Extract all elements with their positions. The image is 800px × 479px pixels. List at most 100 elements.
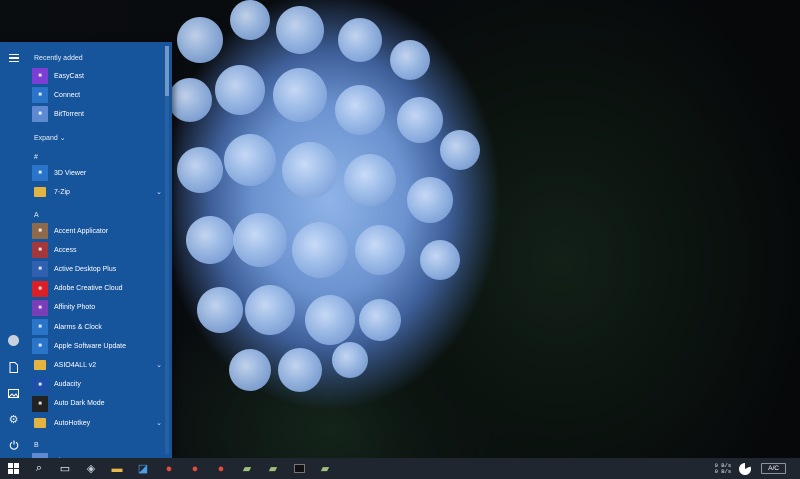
creative-cloud-icon: ■ [32, 280, 48, 297]
app-item-3d-viewer[interactable]: ■ 3D Viewer [32, 164, 166, 182]
app-label: Adobe Creative Cloud [54, 285, 123, 293]
section-header-hash[interactable]: # [34, 151, 38, 165]
start-button[interactable] [0, 458, 26, 479]
hydrangea-petal [186, 216, 234, 264]
app-label: Auto Dark Mode [54, 400, 105, 408]
easycast-icon: ■ [32, 68, 48, 84]
chrome-icon[interactable]: ● [156, 458, 182, 479]
system-tray: 0 B/s 0 B/s A/C [715, 458, 800, 479]
hydrangea-petal [278, 348, 322, 392]
documents-icon[interactable] [0, 355, 27, 379]
task-view-icon[interactable]: ▭ [52, 458, 78, 479]
hydrangea-petal [305, 295, 355, 345]
app-item-audacity[interactable]: ■ Audacity [32, 376, 166, 394]
power-icon[interactable] [0, 433, 27, 457]
app-item-auto-dark-mode[interactable]: ■ Auto Dark Mode [32, 395, 166, 413]
battery-pie-icon[interactable] [739, 462, 752, 475]
menu-icon[interactable] [0, 46, 27, 70]
chrome-icon[interactable]: ● [208, 458, 234, 479]
pictures-icon[interactable] [0, 381, 27, 405]
hydrangea-petal [440, 130, 480, 170]
folder-icon [32, 415, 48, 431]
chevron-down-icon[interactable]: ⌄ [156, 419, 162, 427]
app-item-easycast[interactable]: ■ EasyCast [32, 67, 166, 85]
taskbar: ⌕ ▭ ◈ ▬ ◪ ● ● ● ▰ ▰ ▰ 0 B/s 0 B/s A/C [0, 458, 800, 479]
hydrangea-petal [215, 65, 265, 115]
app-item-asio4all-v2[interactable]: ASIO4ALL v2 ⌄ [32, 356, 166, 374]
app-item-access[interactable]: ■ Access [32, 241, 166, 259]
hydrangea-petal [177, 17, 223, 63]
app-item-affinity-photo[interactable]: ■ Affinity Photo [32, 299, 166, 317]
app-label: Accent Applicator [54, 227, 109, 235]
app-label: AutoHotkey [54, 419, 91, 427]
account-button[interactable] [0, 328, 27, 352]
hydrangea-petal [177, 147, 223, 193]
net-download: 0 B/s [714, 467, 732, 475]
store-icon[interactable]: ◪ [130, 458, 156, 479]
hydrangea-petal [359, 299, 401, 341]
hydrangea-petal [230, 0, 270, 40]
hydrangea-petal [245, 285, 295, 335]
audacity-icon: ■ [32, 376, 48, 393]
app-label: EasyCast [54, 72, 84, 80]
hydrangea-petal [229, 349, 271, 391]
hydrangea-petal [344, 154, 396, 206]
app-label: BitTorrent [54, 110, 84, 118]
app-item-accent-applicator[interactable]: ■ Accent Applicator [32, 222, 166, 240]
affinity-photo-icon: ■ [32, 299, 48, 316]
app-icon[interactable]: ▰ [234, 458, 260, 479]
hydrangea-petal [224, 134, 276, 186]
hydrangea-petal [338, 18, 382, 62]
shield-icon[interactable]: ◈ [78, 458, 104, 479]
hydrangea-petal [355, 225, 405, 275]
hydrangea-petal [407, 177, 453, 223]
section-header-b[interactable]: B [34, 439, 39, 453]
avatar [8, 334, 19, 346]
accent-applicator-icon: ■ [32, 223, 48, 239]
app-label: 3D Viewer [54, 169, 87, 177]
hydrangea-petal [233, 213, 287, 267]
app-label: Affinity Photo [54, 304, 96, 312]
start-menu: ⚙ Recently added Expand ⌄ # A B ■ EasyCas… [0, 42, 172, 469]
search-icon[interactable]: ⌕ [26, 458, 52, 479]
chevron-down-icon[interactable]: ⌄ [156, 361, 162, 369]
chevron-down-icon: ⌄ [59, 135, 66, 142]
ac-button[interactable]: A/C [761, 463, 786, 474]
app-item-adobe-creative-cloud[interactable]: ■ Adobe Creative Cloud [32, 280, 166, 298]
hydrangea-petal [390, 40, 430, 80]
app-item-bittorrent[interactable]: ■ BitTorrent [32, 105, 166, 123]
app-item-active-desktop-plus[interactable]: ■ Active Desktop Plus [32, 260, 166, 278]
hydrangea-petal [168, 78, 212, 122]
settings-gear-icon[interactable]: ⚙ [0, 407, 27, 431]
app-icon[interactable]: ▰ [260, 458, 286, 479]
app-item-7-zip[interactable]: 7-Zip ⌄ [32, 183, 166, 201]
app-item-autohotkey[interactable]: AutoHotkey ⌄ [32, 414, 166, 432]
chevron-down-icon[interactable]: ⌄ [156, 188, 162, 196]
connect-icon: ■ [32, 87, 48, 103]
expand-label: Expand [34, 135, 58, 142]
terminal-icon[interactable] [286, 458, 312, 479]
app-item-connect[interactable]: ■ Connect [32, 86, 166, 104]
active-desktop-icon: ■ [32, 261, 48, 278]
app-label: ASIO4ALL v2 [54, 361, 97, 369]
hydrangea-petal [332, 342, 368, 378]
start-menu-rail: ⚙ [0, 42, 27, 458]
app-icon[interactable]: ▰ [312, 458, 338, 479]
expand-button[interactable]: Expand ⌄ [34, 132, 66, 146]
app-label: Access [54, 246, 77, 254]
network-speed: 0 B/s 0 B/s [714, 462, 732, 475]
clock-icon: ■ [32, 319, 48, 335]
chrome-icon[interactable]: ● [182, 458, 208, 479]
app-list-scrollbar[interactable] [165, 46, 169, 454]
hydrangea-petal [397, 97, 443, 143]
app-label: 7-Zip [54, 188, 70, 196]
section-header-a[interactable]: A [34, 209, 39, 223]
file-explorer-icon[interactable]: ▬ [104, 458, 130, 479]
app-label: Alarms & Clock [54, 323, 102, 331]
app-item-apple-software-update[interactable]: ■ Apple Software Update [32, 337, 166, 355]
scroll-thumb[interactable] [165, 46, 169, 96]
folder-icon [32, 184, 48, 200]
hydrangea-petal [292, 222, 348, 278]
hydrangea-petal [420, 240, 460, 280]
app-item-alarms-clock[interactable]: ■ Alarms & Clock [32, 318, 166, 336]
